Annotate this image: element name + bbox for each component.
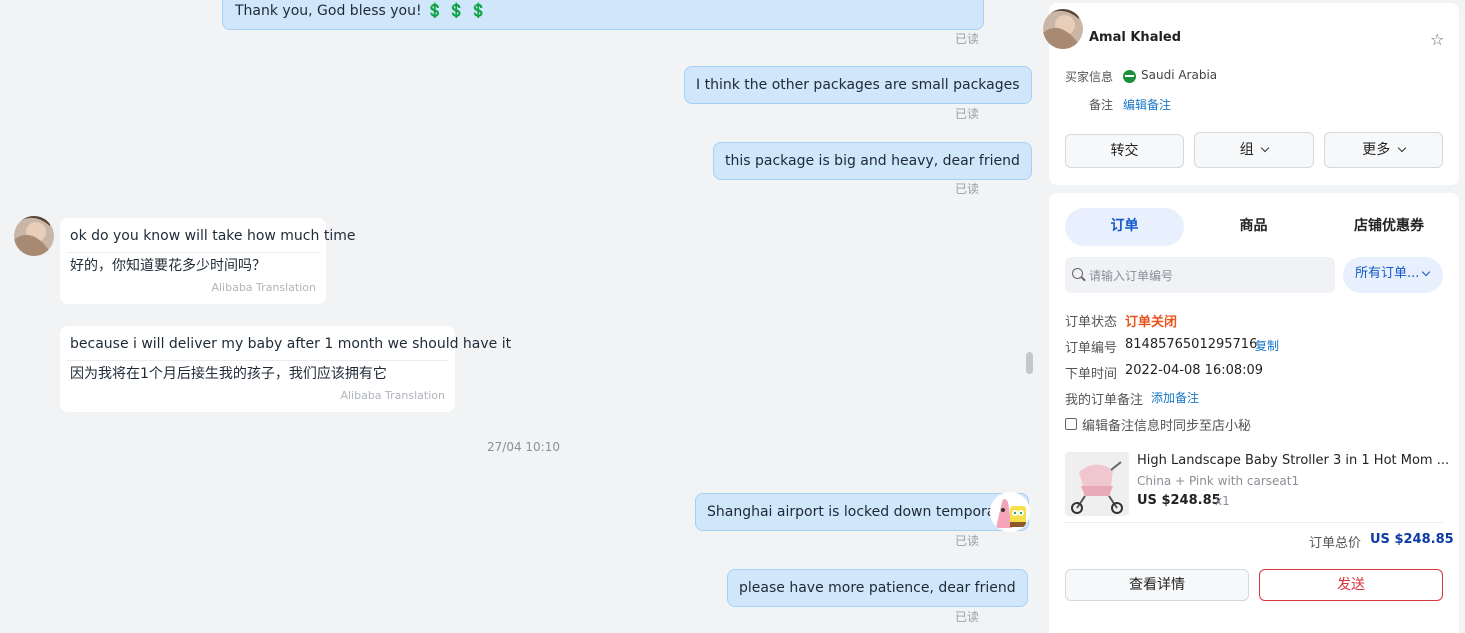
send-label: 发送 (1337, 577, 1365, 593)
order-search-input[interactable]: 请输入订单编号 (1065, 257, 1335, 293)
translation-source: Alibaba Translation (211, 281, 316, 294)
group-dropdown[interactable]: 组 (1194, 132, 1314, 168)
group-label: 组 (1239, 142, 1254, 158)
filter-label: 所有订单... (1355, 266, 1420, 281)
message-bubble-incoming[interactable]: ok do you know will take how much time 好… (60, 218, 356, 304)
read-status: 已读 (955, 182, 980, 196)
product-thumbnail[interactable] (1065, 452, 1129, 516)
order-status-label: 订单状态 (1065, 315, 1118, 330)
chat-scrollbar[interactable] (1026, 352, 1033, 374)
message-translation: 好的，你知道要花多少时间吗？ (70, 258, 266, 274)
message-text: because i will deliver my baby after 1 m… (70, 336, 512, 352)
read-status: 已读 (955, 534, 980, 548)
customer-avatar[interactable] (1043, 9, 1083, 49)
transfer-button[interactable]: 转交 (1065, 134, 1184, 168)
transfer-label: 转交 (1110, 143, 1139, 159)
time-separator: 27/04 10:10 (487, 440, 560, 454)
total-value: US $248.85 (1370, 532, 1454, 547)
order-status-value: 订单关闭 (1125, 315, 1178, 330)
product-quantity: x1 (1215, 494, 1230, 508)
product-price: US $248.85 (1137, 493, 1221, 508)
note-label: 备注 (1089, 98, 1114, 112)
flag-icon (1123, 70, 1136, 83)
send-button[interactable]: 发送 (1259, 569, 1443, 601)
message-text: ok do you know will take how much time (70, 228, 356, 244)
customer-country: Saudi Arabia (1141, 68, 1218, 82)
sync-label: 编辑备注信息时同步至店小秘 (1082, 419, 1252, 434)
read-status: 已读 (955, 610, 980, 624)
tab-products[interactable]: 商品 (1194, 208, 1313, 246)
more-dropdown[interactable]: 更多 (1324, 132, 1443, 168)
copy-link[interactable]: 复制 (1255, 337, 1279, 354)
product-title[interactable]: High Landscape Baby Stroller 3 in 1 Hot … (1137, 453, 1449, 468)
customer-card: Amal Khaled ☆ 买家信息 Saudi Arabia 备注 编辑备注 … (1043, 3, 1459, 185)
customer-avatar[interactable] (14, 216, 54, 256)
tab-coupons[interactable]: 店铺优惠券 (1334, 208, 1444, 246)
order-number: 8148576501295716 (1125, 337, 1258, 352)
message-bubble[interactable]: please have more patience, dear friend (727, 569, 1028, 607)
order-number-label: 订单编号 (1065, 341, 1118, 356)
message-bubble[interactable]: Thank you, God bless you! 💲 💲 💲 (222, 0, 984, 30)
message-text: Thank you, God bless you! 💲 💲 💲 (235, 3, 488, 19)
more-label: 更多 (1362, 142, 1391, 158)
customer-name: Amal Khaled (1089, 30, 1182, 45)
order-time: 2022-04-08 16:08:09 (1125, 363, 1264, 378)
message-text: please have more patience, dear friend (739, 580, 1016, 596)
message-text: Shanghai airport is locked down temporar… (707, 504, 1018, 520)
buyer-info-label: 买家信息 (1065, 70, 1114, 84)
add-note-link[interactable]: 添加备注 (1151, 389, 1199, 406)
chevron-down-icon (1260, 143, 1270, 153)
orders-card: 订单 商品 店铺优惠券 请输入订单编号 所有订单... 订单状态 订单关闭 订单… (1049, 193, 1459, 633)
read-status: 已读 (955, 107, 980, 121)
view-details-button[interactable]: 查看详情 (1065, 569, 1249, 601)
my-note-label: 我的订单备注 (1065, 393, 1144, 408)
message-translation: 因为我将在1个月后接生我的孩子，我们应该拥有它 (70, 366, 387, 382)
chevron-down-icon (1397, 143, 1406, 153)
search-icon-handle (1081, 276, 1086, 282)
message-bubble-incoming[interactable]: because i will deliver my baby after 1 m… (60, 326, 512, 412)
message-bubble[interactable]: Shanghai airport is locked down temporar… (695, 493, 1030, 531)
divider (1065, 522, 1443, 523)
chevron-down-icon (1421, 267, 1431, 277)
message-text: this package is big and heavy, dear frie… (725, 153, 1020, 169)
total-label: 订单总价 (1309, 536, 1362, 551)
message-bubble[interactable]: this package is big and heavy, dear frie… (713, 142, 1032, 180)
translation-source: Alibaba Translation (340, 389, 445, 402)
read-status: 已读 (955, 32, 980, 46)
edit-note-link[interactable]: 编辑备注 (1123, 96, 1171, 113)
product-variant: China + Pink with carseat1 (1137, 474, 1300, 488)
search-placeholder: 请输入订单编号 (1089, 269, 1174, 283)
sync-checkbox[interactable] (1065, 418, 1077, 430)
order-time-label: 下单时间 (1065, 367, 1118, 382)
chat-pane: Thank you, God bless you! 💲 💲 💲 已读 I thi… (0, 0, 1040, 633)
favorite-star-icon[interactable]: ☆ (1430, 30, 1444, 49)
view-details-label: 查看详情 (1129, 577, 1185, 593)
message-bubble[interactable]: I think the other packages are small pac… (684, 66, 1032, 104)
message-text: I think the other packages are small pac… (696, 77, 1020, 93)
seller-avatar[interactable] (990, 492, 1030, 532)
order-filter-dropdown[interactable]: 所有订单... (1343, 257, 1443, 293)
tab-orders[interactable]: 订单 (1065, 208, 1184, 246)
